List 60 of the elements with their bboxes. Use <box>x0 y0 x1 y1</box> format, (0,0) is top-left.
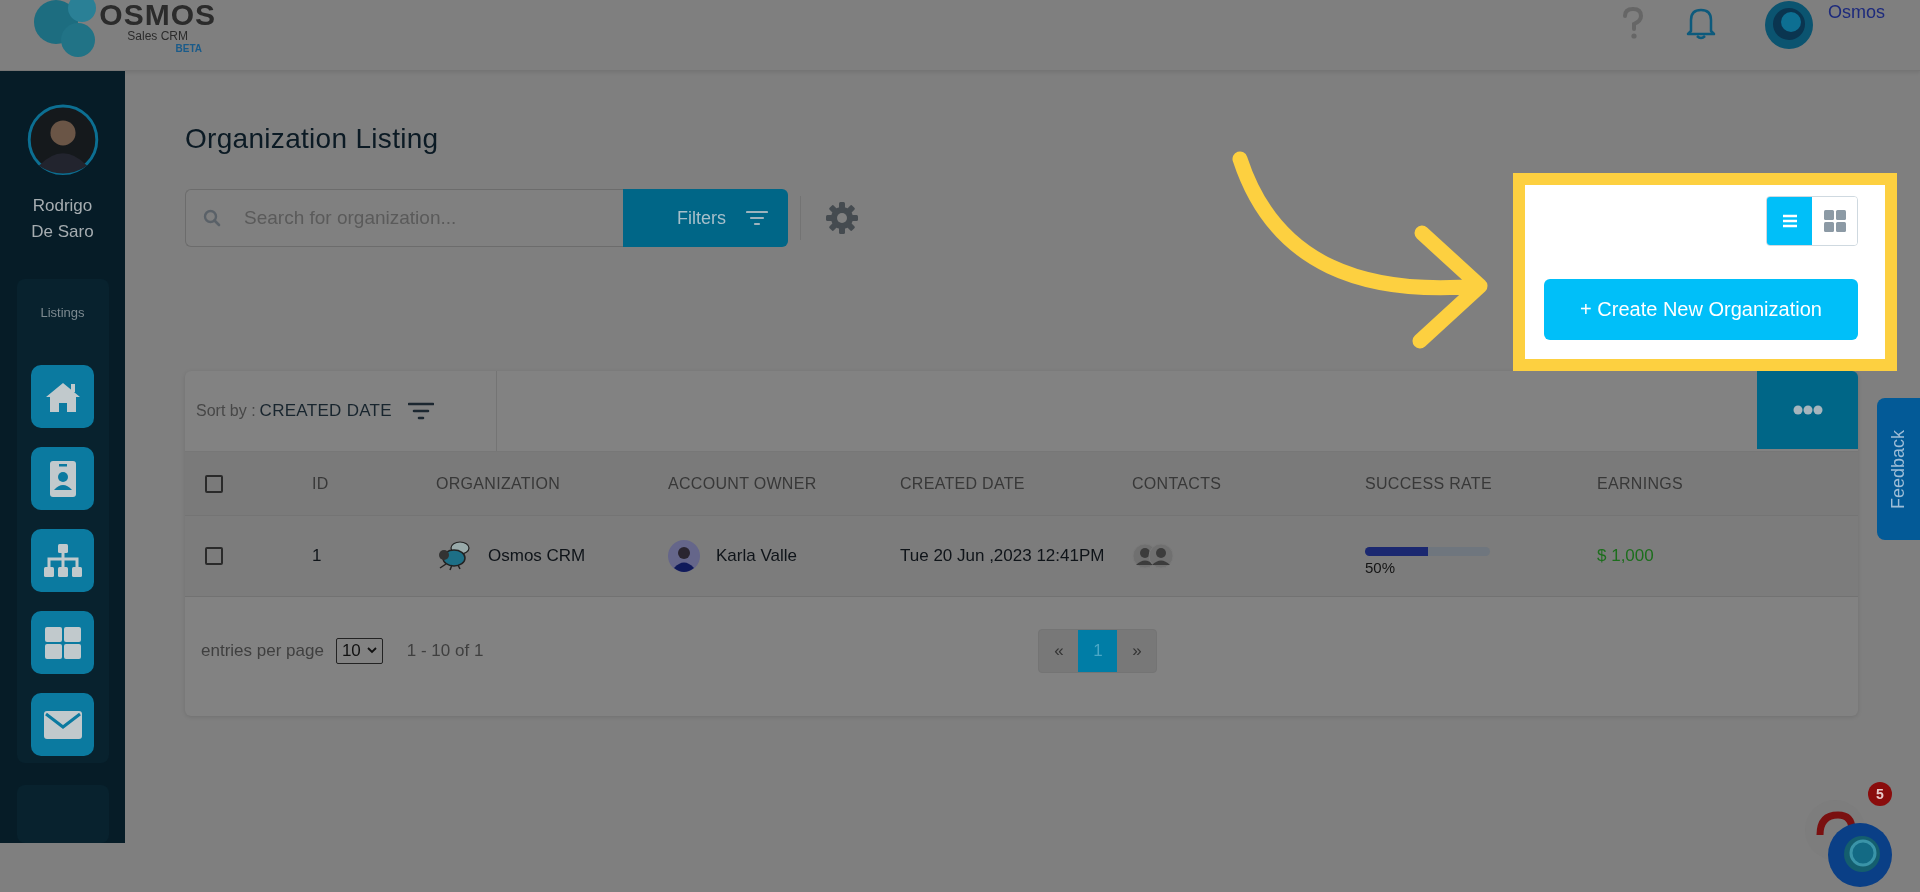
user-name[interactable]: Osmos <box>1828 2 1885 23</box>
column-header: ORGANIZATION <box>436 474 561 493</box>
logo-text: OSMOS <box>99 0 216 30</box>
caret-icon <box>366 647 377 654</box>
page-size-select[interactable]: 10 <box>335 637 383 664</box>
envelope-icon <box>42 709 83 740</box>
filter-icon <box>746 210 768 226</box>
feedback-tab[interactable]: Feedback <box>1877 398 1920 540</box>
logo-subtitle: Sales CRM <box>127 30 188 43</box>
table-cell: Karla Valle <box>716 546 797 566</box>
progress-reading: 50% <box>1365 558 1396 576</box>
range-text: 1 - 10 of 1 <box>406 640 484 661</box>
bell-icon[interactable] <box>1684 6 1718 40</box>
bee-icon <box>436 540 472 572</box>
table-cell: $ 1,000 <box>1597 546 1654 566</box>
sort-label: Sort by : <box>196 402 256 420</box>
filters-button[interactable]: Filters <box>623 189 788 247</box>
more-button[interactable] <box>1757 371 1858 449</box>
entries-label: entries per page <box>201 640 324 661</box>
avatar-icon <box>668 540 700 572</box>
table-cell: 1 <box>312 546 322 566</box>
column-header: CONTACTS <box>1132 474 1222 493</box>
table-cell: Tue 20 Jun ,2023 12:41PM <box>900 546 1105 566</box>
sort-value[interactable]: CREATED DATE <box>259 401 392 421</box>
page-title: Organization Listing <box>185 123 440 155</box>
nav-button[interactable] <box>31 611 94 675</box>
checkbox[interactable] <box>205 474 223 493</box>
sitemap-icon <box>42 542 83 579</box>
view-toggle[interactable] <box>1767 197 1812 245</box>
checkbox[interactable] <box>205 547 223 565</box>
column-header: CREATED DATE <box>900 474 1025 493</box>
column-header: ID <box>312 474 329 493</box>
nav-button[interactable] <box>31 365 94 429</box>
grid-icon <box>1823 210 1846 232</box>
search-icon <box>203 209 221 227</box>
nav-button[interactable] <box>31 529 94 593</box>
contacts-icon <box>1132 543 1174 569</box>
table-cell: Osmos CRM <box>488 546 586 566</box>
previous-page-button[interactable]: « <box>1039 629 1079 672</box>
column-header: EARNINGS <box>1597 474 1683 493</box>
nav-button[interactable] <box>31 447 94 511</box>
user-avatar-icon[interactable] <box>1764 0 1814 50</box>
logo-icon <box>34 0 96 58</box>
notification-badge: 5 <box>1868 782 1892 806</box>
user-name: Rodrigo De Saro <box>30 195 95 244</box>
avatar-icon <box>25 104 100 176</box>
column-header: ACCOUNT OWNER <box>668 474 817 493</box>
create-organization-button[interactable]: + Create New Organization <box>1544 279 1858 340</box>
section-label: Listings <box>40 305 85 321</box>
list-icon <box>1781 214 1798 228</box>
settings-icon[interactable] <box>825 201 859 235</box>
next-page-button[interactable]: » <box>1117 629 1157 672</box>
more-icon <box>1792 405 1823 415</box>
beta-label: BETA <box>175 43 202 55</box>
filter-icon[interactable] <box>407 402 434 420</box>
page-button[interactable]: 1 <box>1078 629 1118 672</box>
column-header: SUCCESS RATE <box>1365 474 1492 493</box>
nav-button[interactable] <box>31 693 94 757</box>
grid-icon <box>43 625 82 660</box>
id-card-icon <box>48 459 77 498</box>
